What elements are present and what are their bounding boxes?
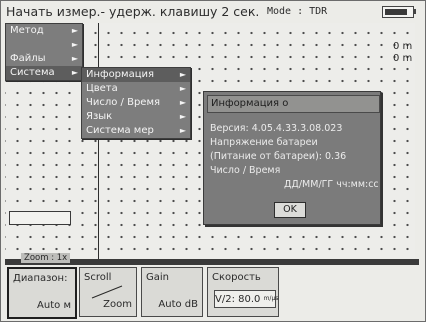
arrow-right-icon: ► bbox=[179, 126, 186, 135]
arrow-right-icon: ► bbox=[179, 112, 186, 121]
menu-item-label: Файлы bbox=[10, 53, 46, 64]
menu-item-system[interactable]: Система ► bbox=[6, 66, 82, 80]
title-bar: Начать измер.- удерж. клавишу 2 сек. Mod… bbox=[2, 2, 424, 22]
menu-item-colors[interactable]: Цвета ► bbox=[82, 82, 190, 96]
gain-value: Auto dB bbox=[158, 299, 198, 310]
arrow-right-icon: ► bbox=[71, 40, 78, 49]
version-line: Версия: 4.05.4.33.3.08.023 bbox=[210, 123, 343, 134]
scroll-zoom-softkey[interactable]: Scroll Zoom bbox=[79, 267, 137, 317]
arrow-right-icon: ► bbox=[179, 70, 186, 79]
battery-icon bbox=[382, 6, 414, 18]
arrow-right-icon: ► bbox=[179, 84, 186, 93]
trace-plot[interactable]: 0 m 0 m Метод ► ► Файлы ► Система ► Инфо… bbox=[5, 23, 415, 259]
menu-item-label: Метод bbox=[10, 25, 44, 36]
menu-item-label: Система мер bbox=[86, 125, 154, 136]
velocity-label: Скорость bbox=[212, 272, 261, 283]
menu-item-units[interactable]: Система мер ► bbox=[82, 124, 190, 138]
menu-item-label: Язык bbox=[86, 111, 113, 122]
velocity-value: V/2: 80.0 bbox=[215, 294, 261, 305]
slash-divider-icon bbox=[91, 285, 123, 299]
menu-item-method[interactable]: Метод ► bbox=[6, 24, 82, 38]
range-label: Диапазон: bbox=[13, 273, 68, 284]
device-screen: Начать измер.- удерж. клавишу 2 сек. Mod… bbox=[0, 0, 426, 322]
arrow-right-icon: ► bbox=[71, 54, 78, 63]
menu-item-label: Цвета bbox=[86, 83, 118, 94]
softkey-bar: Диапазон: Auto м Scroll Zoom Gain Auto d… bbox=[3, 267, 423, 319]
range-softkey[interactable]: Диапазон: Auto м bbox=[7, 267, 77, 319]
battery-voltage-line: Напряжение батареи bbox=[210, 137, 318, 148]
menu-item-label: Система bbox=[10, 67, 55, 78]
menu-item-label: Число / Время bbox=[86, 97, 161, 108]
menu-item-date-time[interactable]: Число / Время ► bbox=[82, 96, 190, 110]
menu-item-label: Информация bbox=[86, 69, 155, 80]
velocity-softkey[interactable]: Скорость V/2: 80.0 m/µs bbox=[207, 267, 279, 317]
info-dialog: Информация о Версия: 4.05.4.33.3.08.023 … bbox=[203, 91, 381, 225]
main-menu: Метод ► ► Файлы ► Система ► bbox=[5, 23, 83, 81]
velocity-unit: m/µs bbox=[263, 295, 279, 302]
cursor-line[interactable] bbox=[98, 23, 99, 259]
menu-item-blank[interactable]: ► bbox=[6, 38, 82, 52]
menu-item-information[interactable]: Информация ► bbox=[82, 68, 190, 82]
battery-power-line: (Питание от батареи): 0.36 bbox=[210, 151, 347, 162]
date-format-line: ДД/ММ/ГГ чч:мм:сс bbox=[284, 179, 379, 190]
menu-item-files[interactable]: Файлы ► bbox=[6, 52, 82, 66]
zoom-label-key: Zoom bbox=[103, 299, 132, 310]
range-value: Auto м bbox=[37, 300, 71, 311]
scroll-label: Scroll bbox=[84, 272, 112, 283]
gain-softkey[interactable]: Gain Auto dB bbox=[141, 267, 203, 317]
status-title: Начать измер.- удерж. клавишу 2 сек. bbox=[6, 4, 260, 19]
arrow-right-icon: ► bbox=[179, 98, 186, 107]
arrow-right-icon: ► bbox=[71, 68, 78, 77]
ok-button[interactable]: OK bbox=[274, 202, 306, 218]
distance-readout-1: 0 m bbox=[393, 41, 413, 52]
system-submenu: Информация ► Цвета ► Число / Время ► Язы… bbox=[81, 67, 191, 139]
menu-item-language[interactable]: Язык ► bbox=[82, 110, 190, 124]
arrow-right-icon: ► bbox=[71, 26, 78, 35]
date-time-line: Число / Время bbox=[210, 165, 281, 176]
battery-tip-icon bbox=[413, 9, 416, 14]
cursor-value-box bbox=[9, 211, 71, 225]
mode-indicator: Mode : TDR bbox=[267, 6, 328, 17]
dialog-title: Информация о bbox=[207, 95, 380, 113]
gain-label: Gain bbox=[146, 272, 169, 283]
distance-readout-2: 0 m bbox=[393, 53, 413, 64]
velocity-value-box: V/2: 80.0 m/µs bbox=[214, 290, 279, 308]
battery-level-fill bbox=[385, 9, 407, 15]
zoom-label: Zoom : 1x bbox=[21, 253, 71, 263]
